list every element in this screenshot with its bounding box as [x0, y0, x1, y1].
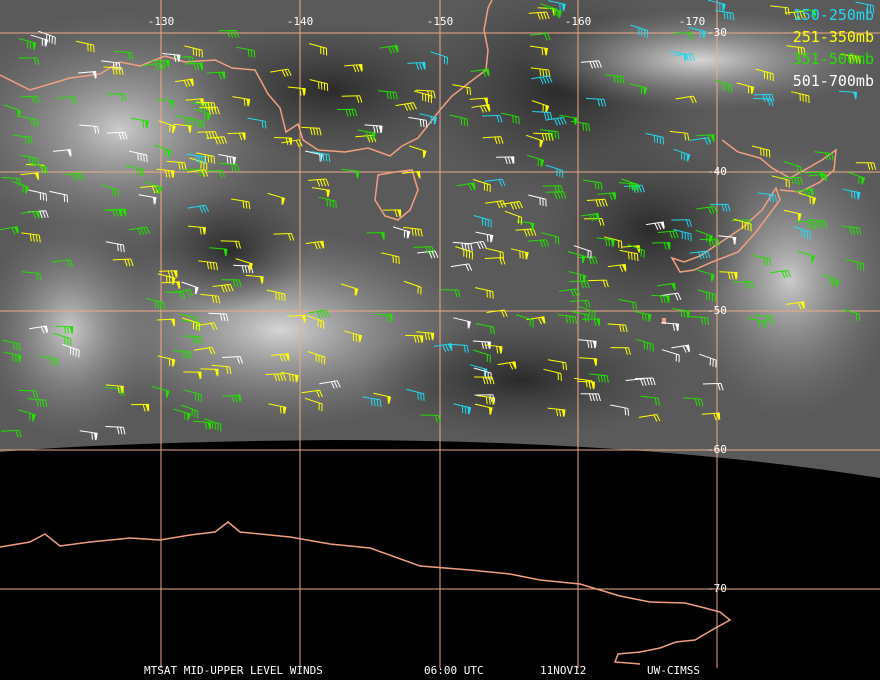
observation-time: 06:00 UTC — [424, 664, 484, 677]
lon-label: -150 — [427, 15, 454, 28]
lon-label: -130 — [148, 15, 175, 28]
observation-date: 11NOV12 — [540, 664, 587, 677]
credit-label: UW-CIMSS — [647, 664, 700, 677]
lat-label: -60 — [707, 443, 727, 456]
lat-label: -40 — [707, 165, 727, 178]
legend-entry-150-250mb: 150-250mb — [792, 6, 874, 24]
lon-label: -170 — [679, 15, 706, 28]
legend-entry-351-500mb: 351-500mb — [792, 50, 874, 68]
legend-entry-501-700mb: 501-700mb — [792, 72, 874, 90]
lat-label: -30 — [707, 26, 727, 39]
antarctica-coastline — [0, 521, 732, 665]
product-title: MTSAT MID-UPPER LEVEL WINDS — [144, 664, 323, 677]
lat-label: -50 — [707, 304, 727, 317]
caption-bar: MTSAT MID-UPPER LEVEL WINDS 06:00 UTC 11… — [0, 664, 880, 678]
lon-label: -160 — [565, 15, 592, 28]
lon-label: -140 — [287, 15, 314, 28]
lat-label: -70 — [707, 582, 727, 595]
legend-entry-251-350mb: 251-350mb — [792, 28, 874, 46]
pressure-level-legend: 150-250mb 251-350mb 351-500mb 501-700mb — [793, 4, 874, 92]
satellite-wind-map: -130 -140 -150 -160 -170 -30 -40 -50 -60… — [0, 0, 880, 668]
